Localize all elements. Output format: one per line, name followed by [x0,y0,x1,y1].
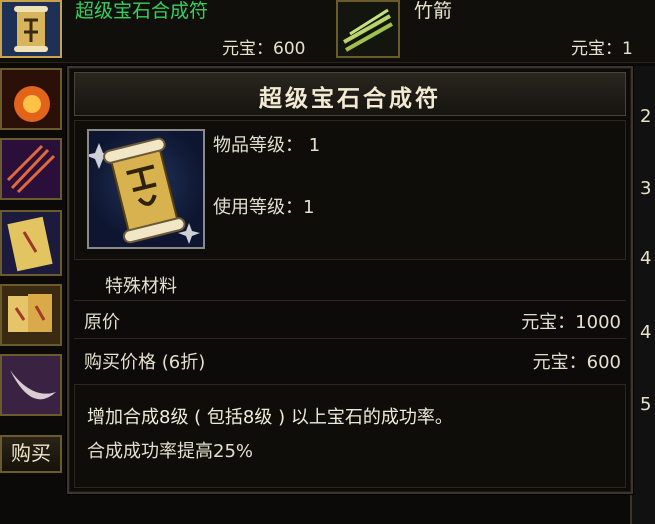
shop-item-slot-crescent[interactable] [0,354,62,416]
shop-item-slot-cards[interactable] [0,284,62,346]
right-number-3: 4 [640,248,652,269]
talisman-icon [2,212,60,274]
tooltip-title-bar: 超级宝石合成符 [74,72,626,116]
tooltip-title: 超级宝石合成符 [259,86,441,112]
shop-item-slot-arrows[interactable] [336,0,400,58]
tooltip-info-box: 物品等级： 1 使用等级：1 [74,120,626,260]
item-effect: 合成成功率提高25% [87,441,254,462]
buy-button[interactable]: 购买 [0,435,62,473]
original-price-value: 元宝：1000 [521,312,621,333]
right-number-1: 2 [640,106,652,127]
purchase-price-value: 元宝：600 [532,352,621,373]
shop-item-slot-claw[interactable] [0,138,62,200]
right-number-2: 3 [640,178,652,199]
fire-scroll-icon [2,70,60,128]
divider [74,300,626,301]
top-item-name-2: 竹箭 [414,0,453,22]
top-item-price-2: 元宝：1 [571,39,633,59]
cards-icon [2,286,60,344]
item-icon-frame [87,129,205,249]
top-item-price-1: 元宝：600 [222,39,306,59]
item-category: 特殊材料 [105,276,177,297]
right-scroll-frame [630,66,655,524]
item-level: 物品等级： 1 [213,135,321,156]
shop-item-slot-talisman[interactable] [0,210,62,276]
super-gem-scroll-icon [89,137,200,244]
use-level: 使用等级：1 [213,197,315,218]
item-description: 增加合成8级 ( 包括8级 ) 以上宝石的成功率。 [87,407,453,428]
claw-icon [2,140,60,198]
shop-item-slot-fire[interactable] [0,68,62,130]
description-box: 增加合成8级 ( 包括8级 ) 以上宝石的成功率。 合成成功率提高25% [74,384,626,488]
bamboo-arrows-icon [338,2,398,56]
shop-item-slot-scroll[interactable] [0,0,62,58]
right-number-4: 4 [640,322,652,343]
divider [74,338,626,339]
top-item-name-1: 超级宝石合成符 [75,0,209,22]
item-tooltip: 超级宝石合成符 物品等级： 1 使用等级：1 特殊材料 原价 元宝：1000 购… [67,66,633,494]
right-number-5: 5 [640,394,652,415]
original-price-label: 原价 [84,312,120,333]
crescent-blade-icon [2,356,60,414]
scroll-icon [2,2,60,56]
purchase-price-label: 购买价格 (6折) [84,352,206,373]
